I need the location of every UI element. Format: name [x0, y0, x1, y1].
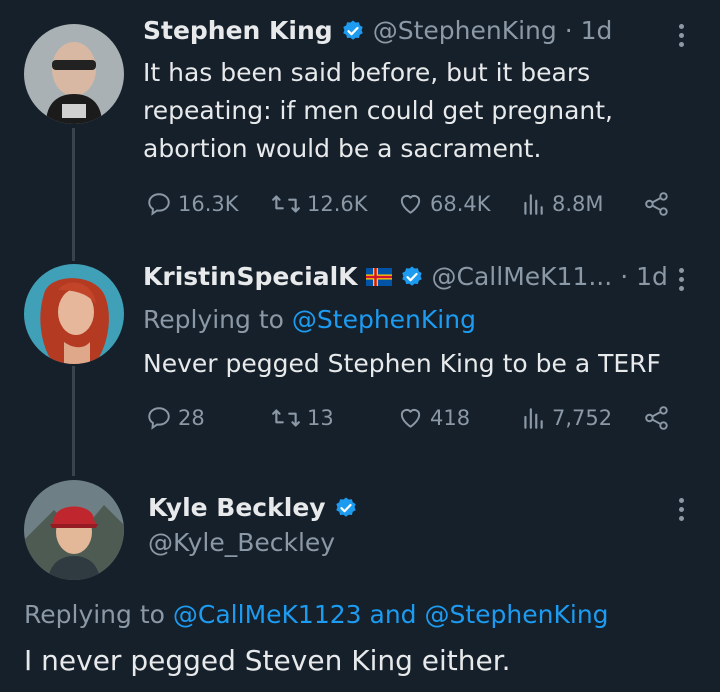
verified-badge-icon: [343, 20, 363, 40]
share-button[interactable]: [643, 405, 671, 431]
retweet-button[interactable]: 12.6K: [271, 191, 368, 217]
heart-icon: [400, 194, 421, 214]
views-button[interactable]: 7,752: [520, 405, 612, 431]
retweet-count: 13: [307, 406, 334, 430]
replying-to-label: Replying to: [24, 600, 165, 629]
like-button[interactable]: 68.4K: [397, 191, 491, 217]
timestamp[interactable]: · 1d: [565, 16, 613, 45]
mention-link[interactable]: @StephenKing: [425, 600, 609, 629]
flag-icon: [365, 267, 392, 286]
author-handle[interactable]: @CallMeK11...: [432, 262, 613, 291]
author-name[interactable]: KristinSpecialK: [143, 262, 358, 291]
more-options-icon[interactable]: [678, 268, 684, 291]
reply-icon: [148, 407, 170, 430]
like-button[interactable]: 418: [397, 405, 470, 431]
replying-to-conjunction: and: [369, 600, 417, 629]
reply-count: 28: [178, 406, 205, 430]
replying-to-label: Replying to: [143, 305, 284, 334]
retweet-icon: [272, 195, 300, 213]
retweet-button[interactable]: 13: [271, 405, 334, 431]
reply-icon: [148, 193, 170, 216]
reply-count: 16.3K: [178, 192, 239, 216]
verified-badge-icon: [335, 497, 356, 517]
avatar[interactable]: [24, 264, 124, 364]
avatar[interactable]: [24, 24, 124, 124]
mention-link[interactable]: @StephenKing: [292, 305, 476, 334]
reply-button[interactable]: 16.3K: [146, 191, 239, 217]
tweet-text: Never pegged Stephen King to be a TERF: [143, 349, 661, 378]
retweet-icon: [272, 409, 300, 427]
share-button[interactable]: [643, 191, 671, 217]
timestamp[interactable]: · 1d: [620, 262, 668, 291]
retweet-count: 12.6K: [307, 192, 368, 216]
author-name[interactable]: Stephen King: [143, 16, 333, 45]
tweet-text-line: It has been said before, but it bears: [143, 58, 591, 87]
tweet-text-line: repeating: if men could get pregnant,: [143, 96, 613, 125]
tweet-text: It has been said before, but it bears re…: [143, 54, 613, 168]
author-handle[interactable]: @Kyle_Beckley: [148, 528, 335, 557]
author-name[interactable]: Kyle Beckley: [148, 493, 326, 522]
views-icon: [524, 408, 543, 429]
mention-link[interactable]: @CallMeK1123: [173, 600, 362, 629]
views-button[interactable]: 8.8M: [520, 191, 604, 217]
avatar[interactable]: [24, 480, 124, 580]
thread-line: [72, 128, 75, 261]
tweet-text: I never pegged Steven King either.: [24, 644, 511, 677]
replying-to: Replying to @CallMeK1123 and @StephenKin…: [24, 600, 609, 629]
reply-button[interactable]: 28: [146, 405, 205, 431]
views-count: 7,752: [552, 406, 613, 430]
tweet-text-line: abortion would be a sacrament.: [143, 134, 542, 163]
more-options-icon[interactable]: [678, 24, 684, 47]
replying-to: Replying to @StephenKing: [143, 305, 476, 334]
share-icon: [645, 406, 668, 430]
more-options-icon[interactable]: [678, 498, 684, 521]
views-count: 8.8M: [552, 192, 604, 216]
share-icon: [645, 192, 668, 216]
thread-line: [72, 366, 75, 476]
views-icon: [524, 194, 543, 215]
like-count: 68.4K: [430, 192, 491, 216]
like-count: 418: [430, 406, 471, 430]
verified-badge-icon: [401, 266, 422, 286]
heart-icon: [400, 408, 421, 428]
author-handle[interactable]: @StephenKing: [373, 16, 557, 45]
